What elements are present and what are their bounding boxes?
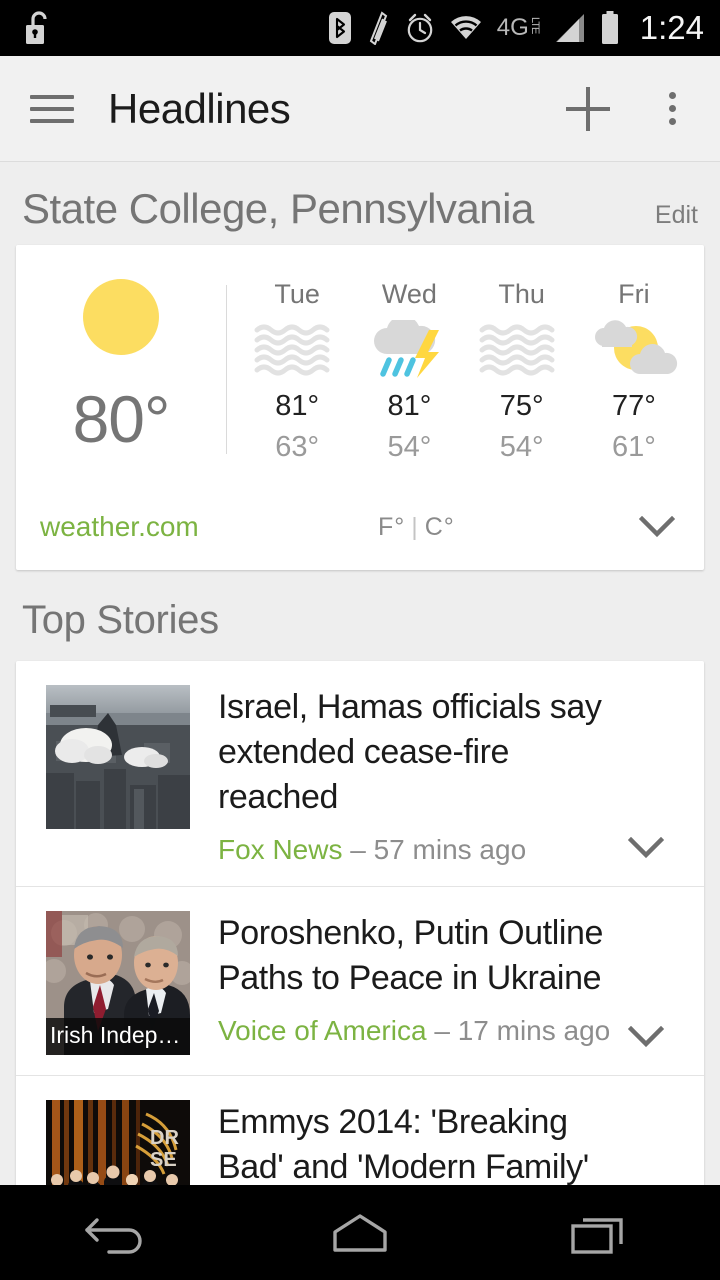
haze-icon: [476, 320, 568, 382]
section-title-top-stories: Top Stories: [22, 598, 219, 642]
forecast-high: 81°: [387, 390, 432, 422]
vibrate-icon: [365, 11, 391, 45]
forecast-day: Tue 81° 63°: [245, 279, 349, 464]
weather-source-link[interactable]: weather.com: [40, 511, 199, 543]
hamburger-menu-icon[interactable]: [30, 87, 74, 131]
overflow-menu-icon[interactable]: [652, 79, 692, 139]
story-title[interactable]: Israel, Hamas officials say extended cea…: [218, 685, 628, 820]
home-icon[interactable]: [285, 1185, 435, 1280]
forecast-day: Fri 77° 61°: [582, 279, 686, 464]
wifi-icon: [449, 14, 483, 42]
network-label-4g: 4G: [496, 14, 529, 41]
story-source: Fox News: [218, 834, 343, 865]
phone-screen: 4G LTE 1:24 Headlines State College, Pen…: [0, 0, 720, 1280]
forecast-low: 54°: [499, 431, 544, 463]
forecast-low: 61°: [611, 431, 656, 463]
unit-celsius[interactable]: C°: [425, 513, 455, 541]
status-bar: 4G LTE 1:24: [0, 0, 720, 56]
scroll-content[interactable]: State College, Pennsylvania Edit 80° Tue: [0, 163, 720, 1185]
unlock-icon: [24, 9, 54, 47]
location-header: State College, Pennsylvania Edit: [0, 163, 720, 245]
svg-text:SE: SE: [150, 1149, 177, 1171]
story-title[interactable]: Emmys 2014: 'Breaking Bad' and 'Modern F…: [218, 1100, 628, 1185]
thunderstorm-icon: [363, 315, 455, 382]
bluetooth-icon: [328, 11, 351, 45]
status-bar-icons: 4G LTE 1:24: [328, 9, 720, 47]
partly-cloudy-icon: [588, 320, 680, 382]
story-source: Voice of America: [218, 1015, 427, 1046]
story-body: Emmys 2014: 'Breaking Bad' and 'Modern F…: [190, 1100, 682, 1185]
story-list-item[interactable]: DR SE Emmys 2014: 'Breaking Bad' and 'Mo…: [16, 1076, 704, 1185]
edit-location-button[interactable]: Edit: [655, 201, 698, 230]
forecast-list: Tue 81° 63° Wed 81° 54° Thu 75° 54° Fri …: [227, 279, 704, 464]
story-thumbnail: DR SE: [46, 1100, 190, 1185]
weather-card-footer: weather.com F° | C°: [16, 484, 704, 570]
unit-separator: |: [411, 512, 419, 541]
story-thumbnail: Irish Indep…: [46, 911, 190, 1055]
forecast-day-name: Thu: [498, 279, 545, 309]
weather-card[interactable]: 80° Tue 81° 63° Wed 81° 54° Thu 75° 54° …: [16, 245, 704, 570]
story-timestamp: – 57 mins ago: [350, 834, 527, 865]
svg-text:DR: DR: [150, 1127, 179, 1149]
back-arrow-icon[interactable]: [45, 1185, 195, 1280]
story-meta: Fox News – 57 mins ago: [218, 834, 628, 866]
alarm-icon: [405, 11, 435, 45]
status-bar-clock: 1:24: [639, 9, 704, 46]
chevron-down-icon[interactable]: [627, 836, 665, 864]
sun-icon: [83, 279, 159, 355]
chevron-down-icon[interactable]: [627, 1025, 665, 1053]
story-body: Poroshenko, Putin Outline Paths to Peace…: [190, 911, 682, 1055]
forecast-day-name: Tue: [274, 279, 320, 309]
network-type-label: 4G LTE: [496, 14, 541, 41]
story-timestamp: – 17 mins ago: [434, 1015, 611, 1046]
status-bar-left: [0, 9, 120, 47]
forecast-high: 75°: [499, 390, 544, 422]
forecast-day-name: Wed: [381, 279, 437, 309]
story-list-item[interactable]: Irish Indep… Poroshenko, Putin Outline P…: [16, 887, 704, 1076]
location-name: State College, Pennsylvania: [22, 185, 534, 232]
temperature-unit-toggle[interactable]: F° | C°: [378, 513, 455, 542]
forecast-day: Wed 81° 54°: [357, 279, 461, 464]
plus-icon[interactable]: [558, 79, 618, 139]
forecast-day-name: Fri: [618, 279, 650, 309]
forecast-low: 63°: [275, 431, 320, 463]
recent-apps-icon[interactable]: [525, 1185, 675, 1280]
story-title[interactable]: Poroshenko, Putin Outline Paths to Peace…: [218, 911, 628, 1001]
android-navigation-bar: [0, 1185, 720, 1280]
current-weather: 80°: [16, 279, 226, 464]
story-body: Israel, Hamas officials say extended cea…: [190, 685, 682, 866]
story-list-item[interactable]: Israel, Hamas officials say extended cea…: [16, 661, 704, 887]
app-bar: Headlines: [0, 56, 720, 162]
network-label-lte: LTE: [528, 17, 541, 34]
forecast-day: Thu 75° 54°: [470, 279, 574, 464]
app-bar-actions: [558, 79, 720, 139]
thumbnail-caption: Irish Indep…: [46, 1018, 190, 1055]
signal-icon: [554, 12, 586, 44]
story-meta: Voice of America – 17 mins ago: [218, 1015, 628, 1047]
forecast-high: 77°: [611, 390, 656, 422]
chevron-down-icon[interactable]: [634, 516, 680, 538]
current-temperature: 80°: [72, 382, 171, 456]
forecast-high: 81°: [275, 390, 320, 422]
stories-card: Israel, Hamas officials say extended cea…: [16, 661, 704, 1185]
haze-icon: [251, 320, 343, 382]
unit-fahrenheit[interactable]: F°: [378, 513, 405, 541]
forecast-low: 54°: [387, 431, 432, 463]
weather-main: 80° Tue 81° 63° Wed 81° 54° Thu 75° 54° …: [16, 245, 704, 484]
page-title: Headlines: [108, 84, 291, 132]
battery-icon: [600, 11, 620, 45]
story-thumbnail: [46, 685, 190, 829]
